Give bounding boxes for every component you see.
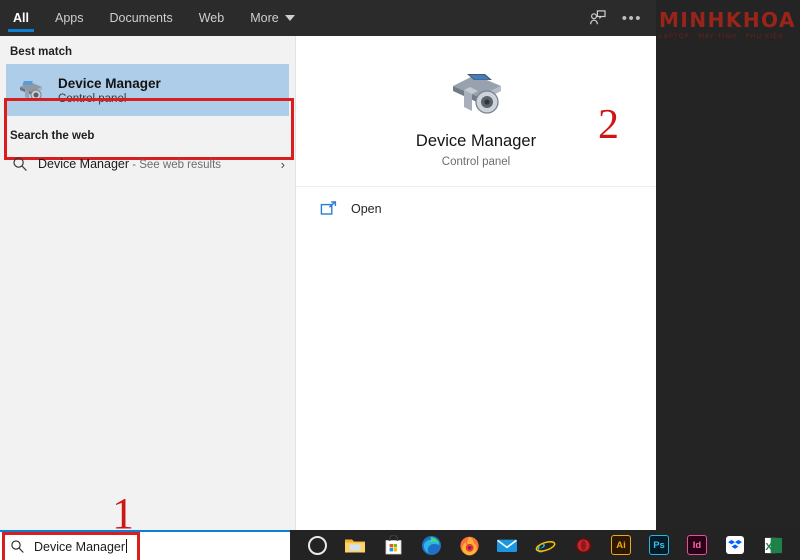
tab-apps-label: Apps	[55, 11, 84, 25]
device-manager-large-icon	[445, 64, 507, 120]
taskbar-microsoft-edge-icon[interactable]	[412, 530, 450, 560]
screen: MINHKHOA LAPTOP · MÁY TÍNH · PHỤ KIỆN Al…	[0, 0, 800, 560]
search-icon	[10, 539, 25, 554]
taskbar-search-input[interactable]: Device Manager	[0, 530, 290, 560]
internet-explorer-icon: e	[535, 535, 556, 556]
results-list: Best match	[0, 36, 296, 530]
mail-icon	[496, 537, 518, 554]
search-flyout: All Apps Documents Web More	[0, 0, 656, 530]
preview-title: Device Manager	[416, 132, 536, 151]
taskbar-excel-icon[interactable]: X	[754, 530, 792, 560]
tab-all[interactable]: All	[0, 0, 42, 36]
tab-more[interactable]: More	[237, 0, 307, 36]
web-result-text: Device Manager - See web results	[38, 157, 221, 171]
tab-web-label: Web	[199, 11, 224, 25]
open-external-icon	[320, 201, 337, 217]
annotation-number-2: 2	[598, 104, 619, 146]
taskbar-microsoft-store-icon[interactable]	[374, 530, 412, 560]
watermark-text: MINHKHOA LAPTOP · MÁY TÍNH · PHỤ KIỆN	[659, 10, 796, 40]
tab-documents-label: Documents	[109, 11, 172, 25]
search-input-value: Device Manager	[34, 539, 127, 554]
preview-subtitle: Control panel	[442, 156, 510, 168]
result-web-search[interactable]: Device Manager - See web results ›	[0, 148, 295, 180]
search-input-text: Device Manager	[34, 540, 125, 554]
search-tabs: All Apps Documents Web More	[0, 0, 308, 36]
taskbar-dropbox-icon[interactable]	[716, 530, 754, 560]
taskbar-mail-icon[interactable]	[488, 530, 526, 560]
taskbar-opera-icon[interactable]	[564, 530, 602, 560]
taskbar-cortana-icon[interactable]	[298, 530, 336, 560]
search-body: Best match	[0, 36, 656, 530]
photoshop-icon: Ps	[649, 535, 669, 555]
microsoft-store-icon	[384, 535, 403, 555]
header-actions: •••	[589, 0, 642, 36]
best-match-label: Best match	[0, 36, 295, 64]
result-title: Device Manager	[58, 76, 161, 91]
watermark-title: MINHKHOA	[659, 10, 796, 30]
indesign-icon: Id	[687, 535, 707, 555]
taskbar-photoshop-icon[interactable]: Ps	[640, 530, 678, 560]
tab-documents[interactable]: Documents	[96, 0, 185, 36]
text-cursor	[126, 539, 127, 553]
chevron-right-icon[interactable]: ›	[281, 157, 285, 172]
taskbar-illustrator-icon[interactable]: Ai	[602, 530, 640, 560]
search-header: All Apps Documents Web More	[0, 0, 656, 36]
action-open-label: Open	[351, 202, 382, 216]
result-device-manager[interactable]: Device Manager Control panel	[6, 64, 289, 116]
firefox-icon	[459, 535, 480, 556]
taskbar-internet-explorer-icon[interactable]: e	[526, 530, 564, 560]
cortana-icon	[308, 536, 327, 555]
chevron-down-icon	[285, 15, 295, 21]
excel-icon: X	[764, 536, 783, 555]
svg-text:X: X	[765, 541, 772, 552]
result-subtitle: Control panel	[58, 93, 161, 105]
file-explorer-icon	[344, 536, 366, 555]
tab-apps[interactable]: Apps	[42, 0, 97, 36]
search-web-label: Search the web	[0, 116, 295, 148]
tab-all-label: All	[13, 11, 29, 25]
feedback-person-icon[interactable]	[589, 10, 606, 26]
web-result-suffix: - See web results	[129, 159, 221, 171]
taskbar-icons: e Ai Ps	[290, 530, 792, 560]
tab-web[interactable]: Web	[186, 0, 237, 36]
taskbar-firefox-icon[interactable]	[450, 530, 488, 560]
tab-more-label: More	[250, 11, 278, 25]
result-texts: Device Manager Control panel	[58, 76, 161, 105]
web-result-query: Device Manager	[38, 157, 129, 171]
preview-pane: Device Manager Control panel Open 2	[296, 36, 656, 530]
illustrator-icon: Ai	[611, 535, 631, 555]
microsoft-edge-icon	[421, 535, 442, 556]
search-icon	[12, 156, 28, 172]
action-open[interactable]: Open	[296, 187, 656, 217]
overflow-menu-icon[interactable]: •••	[622, 11, 642, 26]
opera-icon	[574, 536, 593, 555]
taskbar-file-explorer-icon[interactable]	[336, 530, 374, 560]
taskbar-indesign-icon[interactable]: Id	[678, 530, 716, 560]
dropbox-icon	[726, 536, 744, 554]
taskbar: Device Manager	[0, 530, 800, 560]
watermark-subtitle: LAPTOP · MÁY TÍNH · PHỤ KIỆN	[659, 33, 796, 40]
device-manager-icon	[16, 75, 46, 105]
